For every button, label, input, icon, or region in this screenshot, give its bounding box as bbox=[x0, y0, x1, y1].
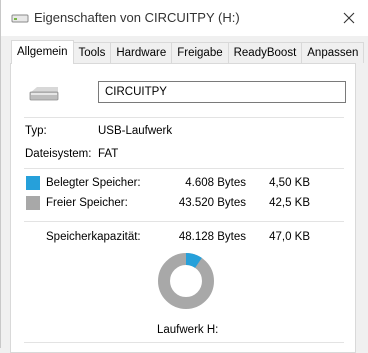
title-bar: Eigenschaften von CIRCUITPY (H:) bbox=[1, 0, 368, 36]
free-space-bytes: 43.520 Bytes bbox=[178, 197, 246, 209]
divider bbox=[24, 342, 344, 343]
tab-readyboost[interactable]: ReadyBoost bbox=[227, 42, 303, 63]
close-button[interactable] bbox=[331, 4, 367, 32]
capacity-size: 47,0 KB bbox=[269, 231, 310, 243]
usage-donut-chart bbox=[157, 252, 215, 310]
filesystem-value: FAT bbox=[98, 148, 119, 160]
free-space-swatch bbox=[26, 196, 40, 210]
tab-allgemein[interactable]: Allgemein bbox=[11, 40, 74, 64]
capacity-label: Speicherkapazität: bbox=[46, 231, 141, 243]
free-space-size: 42,5 KB bbox=[269, 197, 310, 209]
drive-icon bbox=[29, 87, 59, 101]
tab-anpassen[interactable]: Anpassen bbox=[301, 42, 365, 63]
usb-drive-icon bbox=[11, 14, 29, 23]
divider bbox=[24, 221, 344, 222]
properties-window: Eigenschaften von CIRCUITPY (H:) Allgeme… bbox=[0, 0, 368, 353]
free-space-label: Freier Speicher: bbox=[46, 197, 128, 209]
close-icon bbox=[343, 12, 355, 24]
used-space-swatch bbox=[26, 176, 40, 190]
divider bbox=[24, 117, 344, 118]
general-panel: CIRCUITPY Typ: USB-Laufwerk Dateisystem:… bbox=[10, 63, 356, 353]
window-title: Eigenschaften von CIRCUITPY (H:) bbox=[34, 10, 240, 25]
type-value: USB-Laufwerk bbox=[98, 125, 173, 137]
tab-tools[interactable]: Tools bbox=[72, 42, 112, 63]
used-space-label: Belegter Speicher: bbox=[46, 177, 141, 189]
used-space-size: 4,50 KB bbox=[269, 177, 310, 189]
free-space-ring bbox=[158, 253, 214, 309]
used-space-bytes: 4.608 Bytes bbox=[185, 177, 246, 189]
tab-hardware[interactable]: Hardware bbox=[110, 42, 173, 63]
filesystem-label: Dateisystem: bbox=[25, 148, 92, 160]
type-label: Typ: bbox=[25, 125, 47, 137]
capacity-bytes: 48.128 Bytes bbox=[178, 231, 246, 243]
drive-letter-label: Laufwerk H: bbox=[157, 324, 219, 336]
tab-freigabe[interactable]: Freigabe bbox=[171, 42, 229, 63]
divider bbox=[24, 168, 344, 169]
drive-name-field[interactable]: CIRCUITPY bbox=[98, 81, 346, 103]
tab-bar: Allgemein Tools Hardware Freigabe ReadyB… bbox=[11, 40, 365, 64]
